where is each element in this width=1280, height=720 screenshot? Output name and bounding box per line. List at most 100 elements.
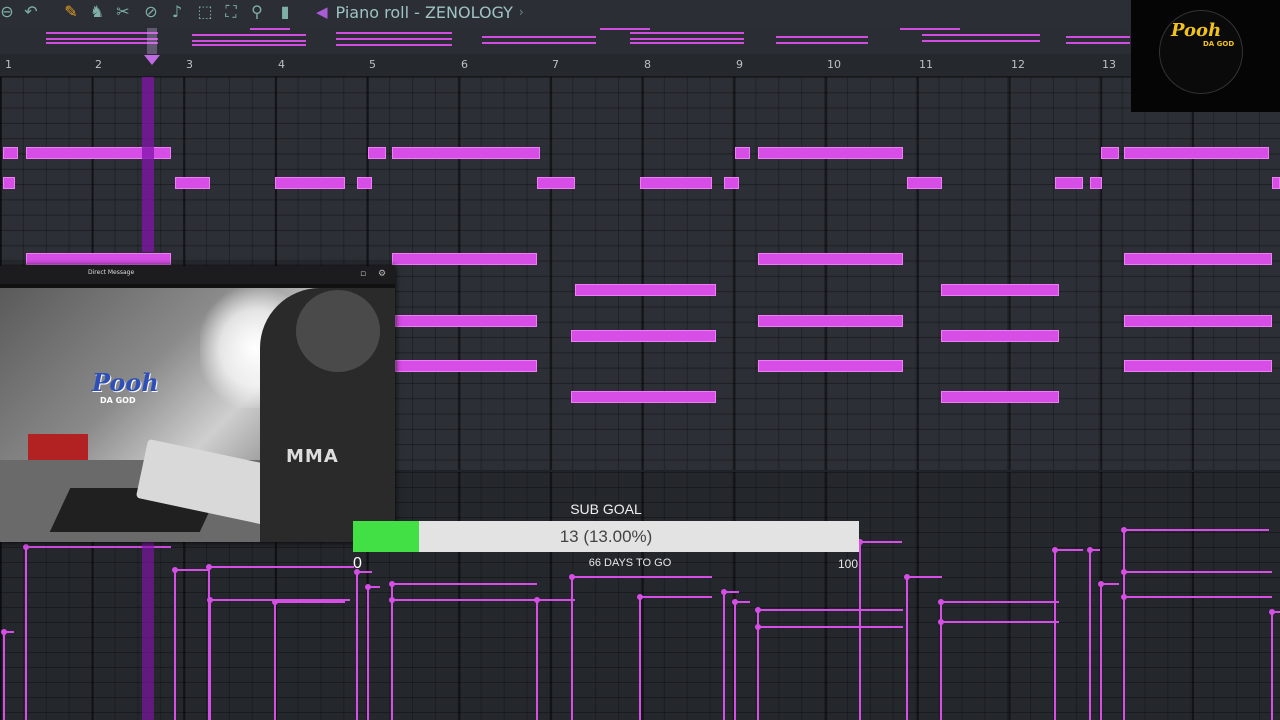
velocity-handle[interactable] [272, 599, 278, 605]
midi-note[interactable] [175, 177, 210, 189]
midi-note[interactable] [941, 284, 1059, 296]
overview-note [192, 40, 306, 42]
sub-goal-progress-bar: 13 (13.00%) [353, 521, 859, 552]
select-icon[interactable]: ⬚ [194, 1, 216, 23]
midi-note[interactable] [724, 177, 739, 189]
midi-note[interactable] [941, 391, 1059, 403]
velocity-handle[interactable] [389, 581, 395, 587]
velocity-handle[interactable] [1121, 569, 1127, 575]
settings-icon[interactable]: ⚙ [378, 269, 386, 279]
pattern-overview[interactable] [0, 26, 1131, 54]
velocity-handle[interactable] [938, 599, 944, 605]
midi-note[interactable] [392, 147, 540, 159]
velocity-handle[interactable] [721, 589, 727, 595]
mute-icon[interactable]: ♪ [166, 1, 188, 23]
wall-logo-subtext: DA GOD [100, 396, 136, 405]
logo-text: Pooh [1171, 20, 1222, 41]
bar-number: 9 [736, 58, 743, 71]
midi-note[interactable] [357, 177, 372, 189]
bar-number: 4 [278, 58, 285, 71]
midi-note[interactable] [571, 391, 716, 403]
overview-note [46, 42, 158, 44]
velocity-handle[interactable] [172, 567, 178, 573]
midi-note[interactable] [758, 360, 903, 372]
overview-note [776, 36, 868, 38]
midi-note[interactable] [275, 177, 345, 189]
velocity-handle[interactable] [206, 564, 212, 570]
velocity-handle[interactable] [938, 619, 944, 625]
velocity-handle[interactable] [637, 594, 643, 600]
midi-note[interactable] [1124, 253, 1272, 265]
bar-number: 8 [644, 58, 651, 71]
piano-roll-icon: ◀ [316, 3, 328, 21]
midi-note[interactable] [1101, 147, 1119, 159]
midi-note[interactable] [395, 315, 537, 327]
midi-note[interactable] [571, 330, 716, 342]
velocity-handle[interactable] [904, 574, 910, 580]
midi-note[interactable] [537, 177, 575, 189]
velocity-handle[interactable] [1121, 594, 1127, 600]
menu-icon[interactable]: ⊖ [0, 1, 18, 23]
midi-note[interactable] [640, 177, 712, 189]
midi-note[interactable] [758, 253, 903, 265]
midi-note[interactable] [1124, 315, 1272, 327]
midi-note[interactable] [26, 253, 171, 265]
velocity-handle[interactable] [1, 629, 7, 635]
velocity-handle[interactable] [732, 599, 738, 605]
midi-note[interactable] [1124, 360, 1272, 372]
draw-pencil-icon[interactable]: ✎ [60, 1, 82, 23]
velocity-handle[interactable] [755, 607, 761, 613]
velocity-handle[interactable] [1087, 547, 1093, 553]
velocity-handle[interactable] [1098, 581, 1104, 587]
overview-note [1066, 42, 1130, 44]
playhead-marker[interactable] [144, 55, 160, 65]
midi-note[interactable] [368, 147, 386, 159]
window-title-area[interactable]: ◀ Piano roll - ZENOLOGY › [316, 0, 524, 24]
velocity-handle[interactable] [1052, 547, 1058, 553]
midi-note[interactable] [575, 284, 716, 296]
zoom-icon[interactable]: ⚲ [246, 1, 268, 23]
velocity-handle[interactable] [569, 574, 575, 580]
midi-note[interactable] [1272, 177, 1280, 189]
midi-note[interactable] [735, 147, 750, 159]
velocity-handle[interactable] [207, 597, 213, 603]
overview-note [1066, 36, 1130, 38]
undo-icon[interactable]: ↶ [20, 1, 42, 23]
bar-number: 12 [1011, 58, 1025, 71]
midi-note[interactable] [758, 315, 903, 327]
webcam-overlay: Direct Message ▫ ⚙ MMA Pooh DA GOD [0, 266, 395, 542]
paint-icon[interactable]: ♞ [86, 1, 108, 23]
bar-ruler[interactable]: 1 2 3 4 5 6 7 8 9 10 11 12 13 [0, 54, 1131, 77]
midi-note[interactable] [1055, 177, 1083, 189]
midi-note[interactable] [392, 253, 537, 265]
overview-note [630, 32, 744, 34]
zoom-fit-icon[interactable]: ⛶ [220, 1, 242, 23]
midi-note[interactable] [1090, 177, 1102, 189]
midi-note[interactable] [3, 177, 15, 189]
minimize-icon[interactable]: ▫ [360, 269, 366, 279]
velocity-handle[interactable] [23, 544, 29, 550]
overview-playhead [147, 28, 157, 54]
midi-note[interactable] [758, 147, 903, 159]
velocity-handle[interactable] [1121, 527, 1127, 533]
velocity-handle[interactable] [365, 584, 371, 590]
midi-note[interactable] [907, 177, 942, 189]
midi-note[interactable] [395, 360, 537, 372]
webcam-titlebar: Direct Message ▫ ⚙ [0, 266, 395, 284]
chevron-right-icon[interactable]: › [519, 5, 524, 19]
velocity-handle[interactable] [534, 597, 540, 603]
overview-note [336, 32, 452, 34]
overview-note [482, 36, 596, 38]
sub-goal-label: SUB GOAL [570, 501, 642, 517]
playback-icon[interactable]: ▮ [274, 1, 296, 23]
velocity-handle[interactable] [755, 624, 761, 630]
midi-note[interactable] [3, 147, 18, 159]
overview-note [900, 28, 960, 30]
overview-note [192, 44, 306, 46]
delete-icon[interactable]: ⊘ [140, 1, 162, 23]
bar-number: 7 [552, 58, 559, 71]
slice-icon[interactable]: ✂ [112, 1, 134, 23]
midi-note[interactable] [1124, 147, 1269, 159]
velocity-handle[interactable] [1269, 609, 1275, 615]
midi-note[interactable] [941, 330, 1059, 342]
